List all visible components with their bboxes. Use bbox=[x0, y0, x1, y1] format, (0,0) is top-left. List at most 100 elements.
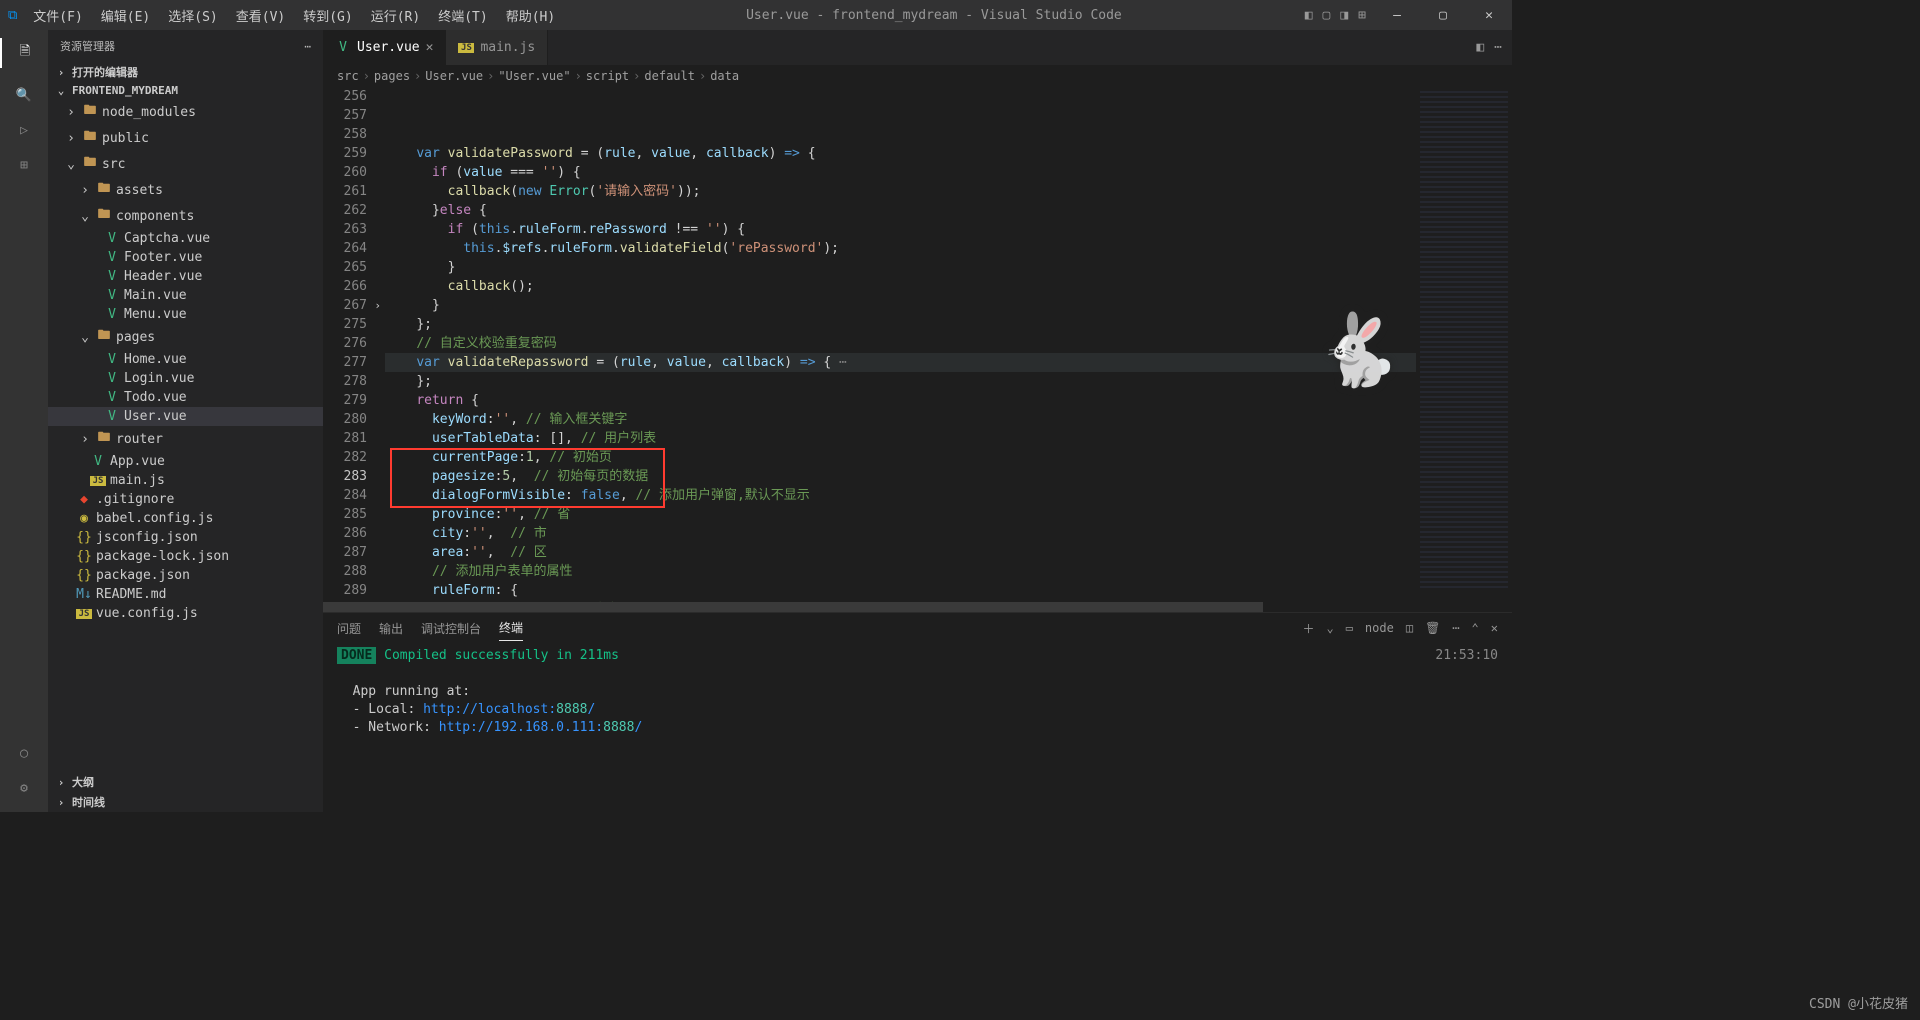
vscode-icon: ⧉ bbox=[8, 8, 17, 23]
layout-icon[interactable]: ◧ bbox=[1305, 8, 1313, 23]
terminal-tab[interactable]: 调试控制台 bbox=[421, 616, 481, 641]
file-pkglock[interactable]: {}package-lock.json bbox=[48, 547, 323, 566]
file-main-vue[interactable]: VMain.vue bbox=[48, 286, 323, 305]
project-section[interactable]: ⌄FRONTEND_MYDREAM bbox=[48, 82, 323, 99]
menu-item[interactable]: 终端(T) bbox=[430, 2, 495, 29]
folder-public[interactable]: ›🖿public bbox=[48, 125, 323, 151]
menu-item[interactable]: 文件(F) bbox=[25, 2, 90, 29]
window-title: User.vue - frontend_mydream - Visual Stu… bbox=[563, 8, 1305, 23]
folder-pages[interactable]: ⌄🖿pages bbox=[48, 324, 323, 350]
code-editor[interactable]: 256257258259260261262263264265266267›275… bbox=[323, 87, 1512, 602]
file-jsconfig[interactable]: {}jsconfig.json bbox=[48, 528, 323, 547]
terminal-tab[interactable]: 终端 bbox=[499, 615, 523, 641]
file-todo[interactable]: VTodo.vue bbox=[48, 388, 323, 407]
code-content[interactable]: var validatePassword = (rule, value, cal… bbox=[385, 87, 1416, 602]
editor-tab[interactable]: VUser.vue✕ bbox=[323, 30, 446, 65]
menu-item[interactable]: 帮助(H) bbox=[498, 2, 563, 29]
sidebar-title: 资源管理器 bbox=[60, 38, 115, 54]
open-editors-section[interactable]: ›打开的编辑器 bbox=[48, 62, 323, 82]
close-panel-icon[interactable]: ✕ bbox=[1491, 621, 1498, 635]
file-user[interactable]: VUser.vue bbox=[48, 407, 323, 426]
file-readme[interactable]: M↓README.md bbox=[48, 585, 323, 604]
file-home[interactable]: VHome.vue bbox=[48, 350, 323, 369]
done-badge: DONE bbox=[337, 647, 376, 664]
close-button[interactable]: ✕ bbox=[1466, 2, 1512, 29]
editor-area: VUser.vue✕JSmain.js ◧ ⋯ src›pages›User.v… bbox=[323, 30, 1512, 812]
minimap[interactable] bbox=[1416, 87, 1512, 602]
editor-tabs: VUser.vue✕JSmain.js ◧ ⋯ bbox=[323, 30, 1512, 65]
more-icon[interactable]: ⋯ bbox=[1494, 40, 1502, 55]
h-scrollbar[interactable] bbox=[323, 602, 1512, 612]
layout-icons[interactable]: ◧ ▢ ◨ ⊞ bbox=[1305, 8, 1366, 23]
breadcrumb-item[interactable]: "User.vue" bbox=[498, 69, 570, 83]
breadcrumb[interactable]: src›pages›User.vue›"User.vue"›script›def… bbox=[323, 65, 1512, 87]
minimize-button[interactable]: — bbox=[1374, 2, 1420, 29]
local-url[interactable]: http://localhost:8888/ bbox=[423, 702, 595, 717]
title-bar: ⧉ 文件(F)编辑(E)选择(S)查看(V)转到(G)运行(R)终端(T)帮助(… bbox=[0, 0, 1512, 30]
breadcrumb-item[interactable]: src bbox=[337, 69, 359, 83]
file-pkg[interactable]: {}package.json bbox=[48, 566, 323, 585]
folder-src[interactable]: ⌄🖿src bbox=[48, 151, 323, 177]
folder-assets[interactable]: ›🖿assets bbox=[48, 177, 323, 203]
terminal-tab[interactable]: 输出 bbox=[379, 616, 403, 641]
terminal-output[interactable]: 21:53:10 DONE Compiled successfully in 2… bbox=[323, 643, 1512, 812]
more-icon[interactable]: ⋯ bbox=[1452, 621, 1459, 635]
activity-bar: 🗎 🔍 ▷ ⊞ ◯ ⚙ bbox=[0, 30, 48, 812]
menu-item[interactable]: 运行(R) bbox=[363, 2, 428, 29]
split-terminal-icon[interactable]: ◫ bbox=[1406, 621, 1413, 635]
dropdown-icon[interactable]: ⌄ bbox=[1326, 621, 1333, 635]
window-controls: — ▢ ✕ bbox=[1374, 2, 1512, 29]
breadcrumb-item[interactable]: script bbox=[586, 69, 629, 83]
terminal-panel: 问题输出调试控制台终端 ＋ ⌄ ▭ node ◫ 🗑 ⋯ ⌃ ✕ 21:53:10 … bbox=[323, 612, 1512, 812]
settings-icon[interactable]: ⚙ bbox=[20, 781, 28, 796]
file-gitignore[interactable]: ◆.gitignore bbox=[48, 490, 323, 509]
file-main-js[interactable]: JSmain.js bbox=[48, 471, 323, 490]
more-icon[interactable]: ⋯ bbox=[304, 40, 311, 53]
network-url[interactable]: http://192.168.0.111:8888/ bbox=[439, 720, 643, 735]
line-gutter: 256257258259260261262263264265266267›275… bbox=[323, 87, 385, 602]
file-menu[interactable]: VMenu.vue bbox=[48, 305, 323, 324]
outline-section[interactable]: ›大纲 bbox=[48, 772, 323, 792]
folder-node-modules[interactable]: ›🖿node_modules bbox=[48, 99, 323, 125]
layout-icon[interactable]: ▢ bbox=[1323, 8, 1331, 23]
breadcrumb-item[interactable]: data bbox=[710, 69, 739, 83]
search-icon[interactable]: 🔍 bbox=[16, 88, 32, 103]
file-footer[interactable]: VFooter.vue bbox=[48, 248, 323, 267]
layout-icon[interactable]: ⊞ bbox=[1358, 8, 1366, 23]
explorer-icon[interactable]: 🗎 bbox=[0, 38, 48, 68]
menu-item[interactable]: 选择(S) bbox=[160, 2, 225, 29]
watermark: CSDN @小花皮猪 bbox=[1809, 993, 1908, 1012]
file-app[interactable]: VApp.vue bbox=[48, 452, 323, 471]
file-header[interactable]: VHeader.vue bbox=[48, 267, 323, 286]
close-tab-icon[interactable]: ✕ bbox=[426, 40, 434, 55]
split-editor-icon[interactable]: ◧ bbox=[1476, 40, 1484, 55]
menu-item[interactable]: 转到(G) bbox=[295, 2, 360, 29]
editor-tab[interactable]: JSmain.js bbox=[446, 30, 548, 65]
menu-item[interactable]: 编辑(E) bbox=[93, 2, 158, 29]
layout-icon[interactable]: ◨ bbox=[1340, 8, 1348, 23]
trash-icon[interactable]: 🗑 bbox=[1425, 621, 1440, 635]
file-babel[interactable]: ◉babel.config.js bbox=[48, 509, 323, 528]
file-captcha[interactable]: VCaptcha.vue bbox=[48, 229, 323, 248]
breadcrumb-item[interactable]: User.vue bbox=[425, 69, 483, 83]
maximize-button[interactable]: ▢ bbox=[1420, 2, 1466, 29]
folder-components[interactable]: ⌄🖿components bbox=[48, 203, 323, 229]
shell-label: node bbox=[1365, 621, 1394, 635]
file-login[interactable]: VLogin.vue bbox=[48, 369, 323, 388]
menu-item[interactable]: 查看(V) bbox=[228, 2, 293, 29]
new-terminal-icon[interactable]: ＋ bbox=[1302, 620, 1314, 637]
timestamp: 21:53:10 bbox=[1435, 647, 1498, 665]
maximize-panel-icon[interactable]: ⌃ bbox=[1472, 621, 1479, 635]
extensions-icon[interactable]: ⊞ bbox=[20, 158, 28, 173]
account-icon[interactable]: ◯ bbox=[20, 746, 28, 761]
breadcrumb-item[interactable]: default bbox=[644, 69, 695, 83]
menu-bar: 文件(F)编辑(E)选择(S)查看(V)转到(G)运行(R)终端(T)帮助(H) bbox=[25, 2, 563, 29]
folder-router[interactable]: ›🖿router bbox=[48, 426, 323, 452]
breadcrumb-item[interactable]: pages bbox=[374, 69, 410, 83]
run-debug-icon[interactable]: ▷ bbox=[20, 123, 28, 138]
timeline-section[interactable]: ›时间线 bbox=[48, 792, 323, 812]
terminal-tabs: 问题输出调试控制台终端 ＋ ⌄ ▭ node ◫ 🗑 ⋯ ⌃ ✕ bbox=[323, 613, 1512, 643]
terminal-tab[interactable]: 问题 bbox=[337, 616, 361, 641]
file-vueconfig[interactable]: JSvue.config.js bbox=[48, 604, 323, 623]
shell-icon[interactable]: ▭ bbox=[1346, 621, 1353, 635]
